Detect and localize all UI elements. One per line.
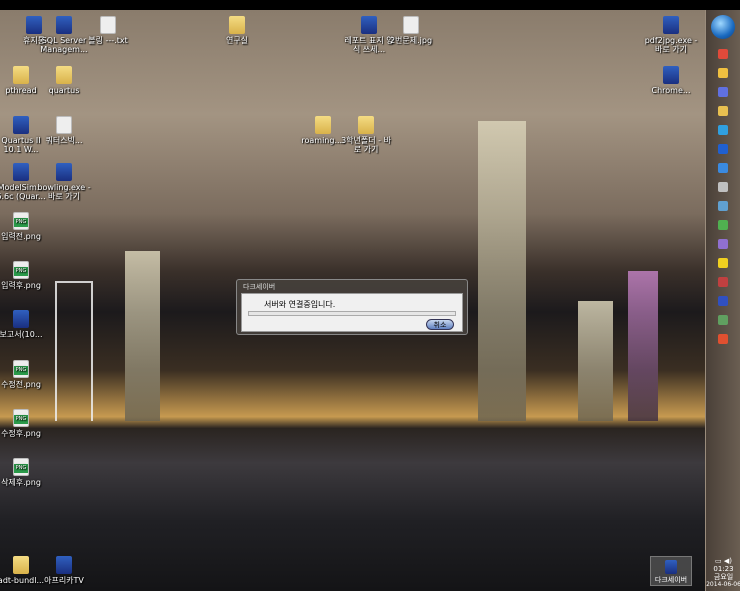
desktop-icon[interactable]: 아프리카TV (36, 556, 92, 585)
desktop-icon[interactable]: 입력전.png (0, 212, 49, 241)
taskbar-window-darksaver[interactable]: 다크세이버 (650, 556, 692, 586)
system-tray: ▭ ◀) 01:23 금요일 2014-06-06 (706, 557, 740, 591)
app-icon[interactable] (718, 201, 728, 211)
app-icon (13, 116, 29, 134)
png-icon (13, 409, 29, 427)
folder-icon (358, 116, 374, 134)
desktop-icon-label: 볼링 ---.txt (88, 36, 128, 45)
network-volume-icons[interactable]: ▭ ◀) (706, 557, 740, 565)
folder-icon (56, 66, 72, 84)
desktop-icon[interactable]: 쿼터스빅... (36, 116, 92, 145)
png-icon (13, 360, 29, 378)
chrome-icon[interactable] (718, 49, 728, 59)
desktop-icon-label: 쿼터스빅... (45, 136, 83, 145)
clock-date: 2014-06-06 (706, 581, 740, 588)
desktop-icon-label: pdf2jpg.exe - 바로 가기 (644, 36, 698, 54)
dialog-body: 서버와 연결중입니다. 취소 (241, 293, 463, 332)
desktop-icon-label: 보고서(10... (0, 330, 43, 339)
desktop-icon-label: 입력전.png (1, 232, 41, 241)
png-icon (13, 458, 29, 476)
desktop-icon[interactable]: 연구실 (209, 16, 265, 45)
app-icon[interactable] (718, 220, 728, 230)
desktop-icon[interactable]: 2번문제.jpg (383, 16, 439, 45)
taskbar-window-label: 다크세이버 (654, 576, 688, 584)
wallpaper-building (478, 121, 526, 421)
wallpaper-building (55, 281, 93, 421)
desktop-icon-label: bowling.exe - 바로 가기 (37, 183, 91, 201)
wallpaper-building (578, 301, 613, 421)
file-icon (56, 116, 72, 134)
app-icon[interactable] (718, 87, 728, 97)
desktop-icon[interactable]: 3학년폴더 - 바로 가기 (338, 116, 394, 154)
desktop-icon-label: 삭제후.png (1, 478, 41, 487)
connecting-dialog: 다크세이버 서버와 연결중입니다. 취소 (236, 279, 468, 335)
folder-icon (13, 66, 29, 84)
desktop-icon[interactable]: 수정전.png (0, 360, 49, 389)
app-icon[interactable] (718, 277, 728, 287)
desktop-icon-label: quartus (48, 86, 80, 95)
explorer-icon[interactable] (718, 68, 728, 78)
app-icon (663, 16, 679, 34)
dialog-title: 다크세이버 (243, 283, 276, 291)
folder-icon (315, 116, 331, 134)
start-button[interactable] (711, 15, 735, 39)
desktop-icon-label: 연구실 (225, 36, 249, 45)
app-icon (361, 16, 377, 34)
app-icon (56, 163, 72, 181)
app-icon[interactable] (718, 182, 728, 192)
desktop-icon[interactable]: pdf2jpg.exe - 바로 가기 (643, 16, 699, 54)
dialog-message: 서버와 연결중입니다. (264, 300, 336, 309)
png-icon (13, 261, 29, 279)
folder-icon[interactable] (718, 106, 728, 116)
desktop-icon[interactable]: 볼링 ---.txt (80, 16, 136, 45)
app-icon[interactable] (718, 239, 728, 249)
app-icon[interactable] (718, 163, 728, 173)
desktop-icon-label: 아프리카TV (44, 576, 84, 585)
desktop-icon[interactable]: 보고서(10... (0, 310, 49, 339)
png-icon (13, 212, 29, 230)
clock-time[interactable]: 01:23 (706, 565, 740, 573)
powerpoint-icon[interactable] (718, 334, 728, 344)
desktop-icon[interactable]: 삭제후.png (0, 458, 49, 487)
top-bar (0, 0, 740, 10)
kakaotalk-icon[interactable] (718, 258, 728, 268)
wallpaper-building (628, 271, 658, 421)
desktop-icon[interactable]: bowling.exe - 바로 가기 (36, 163, 92, 201)
desktop-icon-label: 입력후.png (1, 281, 41, 290)
app-icon (13, 163, 29, 181)
desktop-icon[interactable]: 입력후.png (0, 261, 49, 290)
darksaver-icon (665, 560, 677, 574)
desktop-icon[interactable]: quartus (36, 66, 92, 95)
app-icon (13, 310, 29, 328)
app-icon (56, 16, 72, 34)
app-icon (663, 66, 679, 84)
desktop-icon-label: 수정전.png (1, 380, 41, 389)
desktop-icon-label: 2번문제.jpg (389, 36, 433, 45)
naver-icon[interactable] (718, 144, 728, 154)
wallpaper-building (125, 251, 160, 421)
file-icon (403, 16, 419, 34)
app-icon (56, 556, 72, 574)
desktop-icon-label: 3학년폴더 - 바로 가기 (341, 136, 391, 154)
folder-icon (229, 16, 245, 34)
clock-day: 금요일 (713, 573, 734, 581)
app-icon[interactable] (718, 296, 728, 306)
desktop-icon-label: Chrome... (651, 86, 691, 95)
desktop-icon-label: 수정후.png (1, 429, 41, 438)
taskbar: ▭ ◀) 01:23 금요일 2014-06-06 (705, 10, 740, 591)
desktop-icon[interactable]: Chrome... (643, 66, 699, 95)
app-icon[interactable] (718, 125, 728, 135)
app-icon[interactable] (718, 315, 728, 325)
desktop-icon[interactable]: 수정후.png (0, 409, 49, 438)
cancel-button[interactable]: 취소 (426, 319, 454, 330)
file-icon (100, 16, 116, 34)
progress-bar (248, 311, 456, 316)
folder-icon (13, 556, 29, 574)
